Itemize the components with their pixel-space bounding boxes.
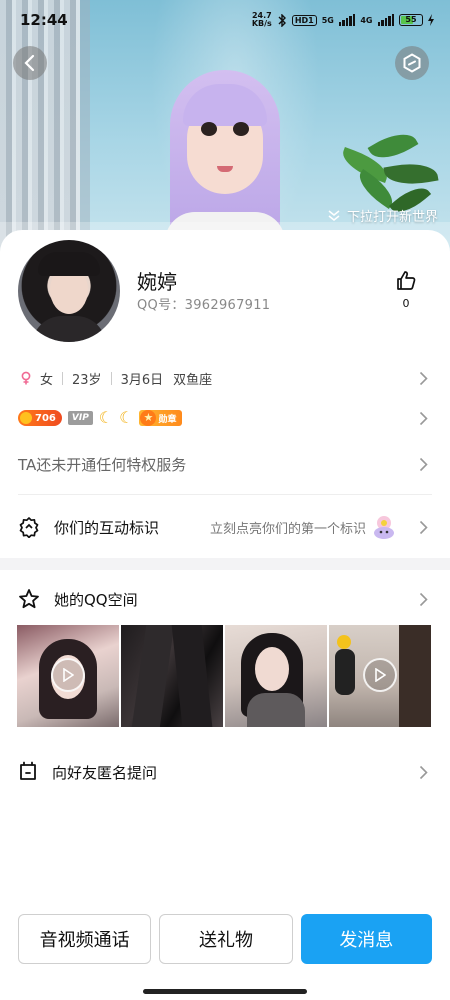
badges-row[interactable]: 706 VIP ☾ ☾ ★ 勋章 (0, 404, 450, 432)
level-value: 706 (35, 412, 56, 424)
interaction-hint-text: 立刻点亮你们的第一个标识 (209, 521, 366, 537)
separator (62, 371, 64, 385)
signal-5g-label: 5G (321, 15, 334, 25)
chevron-right-icon (419, 592, 428, 606)
interaction-label: 你们的互动标识 (54, 518, 160, 537)
battery-icon: 55 (399, 14, 423, 26)
badge-gear-icon (19, 517, 39, 538)
mascot-icon (374, 516, 394, 539)
basic-info-row[interactable]: 女 23岁 3月6日 双鱼座 (0, 364, 450, 392)
question-box-icon (20, 761, 36, 780)
thumbs-up-icon (397, 271, 416, 290)
qzone-photo[interactable] (17, 625, 119, 727)
anonymous-question-row[interactable]: 向好友匿名提问 (0, 757, 450, 787)
divider (18, 494, 432, 495)
chevron-right-icon (419, 765, 428, 779)
avatar[interactable] (18, 240, 120, 342)
birthday: 3月6日 (120, 372, 164, 388)
net-speed: 24.7 KB/s (252, 12, 272, 28)
status-icons: 24.7 KB/s HD1 5G 4G 55 (252, 12, 434, 28)
signal-4g-label: 4G (360, 15, 373, 25)
interaction-hint: 立刻点亮你们的第一个标识 (210, 514, 398, 540)
star-icon (19, 589, 39, 609)
send-message-button[interactable]: 发消息 (300, 914, 432, 964)
star-icon: ★ (140, 410, 157, 426)
chevron-right-icon (419, 371, 428, 385)
age: 23岁 (72, 372, 102, 388)
home-indicator[interactable] (143, 989, 307, 994)
action-bar: 音视频通话 送礼物 发消息 (18, 914, 432, 964)
hero-banner[interactable]: 12:44 24.7 KB/s HD1 5G 4G 55 下拉打开新世界 (0, 0, 450, 262)
hexagon-icon (403, 53, 421, 73)
zplan-button[interactable] (395, 46, 429, 80)
signal-4g-icon (377, 14, 394, 26)
level-badge: 706 (18, 410, 62, 426)
status-bar: 12:44 24.7 KB/s HD1 5G 4G 55 (0, 0, 450, 40)
like-button[interactable]: 0 (392, 270, 420, 310)
bluetooth-icon (278, 13, 286, 27)
chevron-right-icon (419, 411, 428, 425)
chevron-right-icon (419, 457, 428, 471)
privilege-row[interactable]: TA还未开通任何特权服务 (0, 450, 450, 478)
qq-number[interactable]: QQ号：3962967911 (137, 294, 270, 313)
section-gap (0, 558, 450, 570)
nickname: 婉婷 (137, 270, 177, 294)
play-icon (51, 658, 85, 692)
status-time: 12:44 (20, 11, 68, 29)
medal-label: 勋章 (158, 414, 177, 425)
qzone-row[interactable]: 她的QQ空间 (0, 584, 450, 614)
like-count: 0 (402, 297, 410, 310)
video-call-button[interactable]: 音视频通话 (18, 914, 152, 964)
net-speed-unit: KB/s (251, 19, 272, 28)
qzone-photo[interactable] (225, 625, 327, 727)
moon-icon: ☾ (119, 408, 134, 427)
battery-level: 55 (405, 15, 417, 24)
pull-down-hint-text: 下拉打开新世界 (346, 210, 438, 225)
anonymous-question-label: 向好友匿名提问 (52, 763, 158, 782)
charging-icon (428, 14, 434, 26)
profile-page: 12:44 24.7 KB/s HD1 5G 4G 55 下拉打开新世界 婉婷 … (0, 0, 450, 1000)
back-button[interactable] (13, 46, 47, 80)
sun-icon (20, 412, 32, 424)
qzone-label: 她的QQ空间 (54, 590, 138, 609)
double-chevron-down-icon (328, 209, 340, 221)
play-icon (363, 658, 397, 692)
separator (110, 371, 112, 385)
profile-card: 婉婷 QQ号：3962967911 0 女 23岁 3月6日 双鱼座 706 V… (0, 230, 450, 1000)
privilege-text: TA还未开通任何特权服务 (18, 455, 187, 474)
qzone-photo-strip (17, 625, 431, 727)
send-gift-button[interactable]: 送礼物 (159, 914, 293, 964)
medal-badge: ★ 勋章 (139, 410, 182, 426)
qzone-photo[interactable] (329, 625, 431, 727)
moon-icon: ☾ (98, 408, 114, 427)
chevron-left-icon (24, 54, 35, 72)
hd-voice-icon: HD1 (291, 14, 317, 26)
vip-badge: VIP (67, 411, 93, 425)
interaction-marks-row[interactable]: 你们的互动标识 立刻点亮你们的第一个标识 (0, 512, 450, 542)
chevron-right-icon (419, 520, 428, 534)
signal-5g-icon (338, 14, 356, 26)
gender: 女 (40, 372, 54, 388)
zodiac: 双鱼座 (173, 372, 213, 388)
female-icon (21, 371, 31, 385)
qzone-photo[interactable] (121, 625, 223, 727)
pull-down-hint[interactable]: 下拉打开新世界 (327, 206, 438, 225)
